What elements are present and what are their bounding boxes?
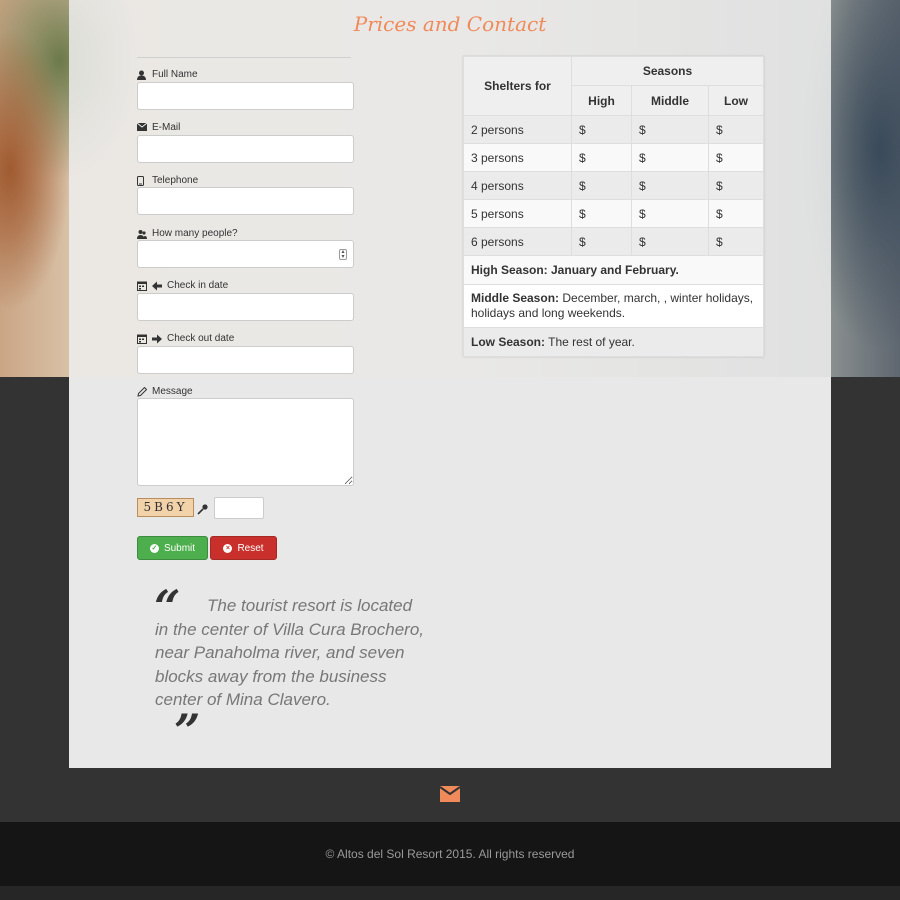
- calendar-icon: [137, 334, 147, 344]
- price-low: $: [708, 199, 764, 228]
- header-seasons: Seasons: [571, 56, 764, 86]
- pencil-icon: [137, 386, 148, 397]
- captcha-input[interactable]: [214, 497, 264, 519]
- footer-strip: [0, 886, 900, 900]
- checkin-label: Check in date: [137, 280, 228, 291]
- price-low: $: [708, 115, 764, 144]
- message-label-text: Message: [152, 386, 193, 397]
- checkin-label-text: Check in date: [167, 280, 229, 291]
- check-icon: ✓: [149, 543, 159, 553]
- user-icon: [137, 70, 147, 80]
- quote-close-mark: ”: [174, 704, 201, 758]
- header-shelters: Shelters for: [463, 56, 572, 116]
- middle-season-title: Middle Season:: [471, 291, 560, 305]
- copyright-text: © Altos del Sol Resort 2015. All rights …: [325, 847, 575, 861]
- refresh-captcha-icon[interactable]: [197, 502, 209, 520]
- price-low: $: [708, 227, 764, 256]
- telephone-input[interactable]: [137, 187, 354, 215]
- reset-button[interactable]: × Reset: [210, 536, 277, 560]
- message-label: Message: [137, 386, 193, 397]
- table-row: 5 persons $ $ $: [463, 199, 764, 228]
- prices-table: Shelters for Seasons High Middle Low 2 p…: [463, 56, 764, 357]
- mail-icon[interactable]: [439, 786, 461, 802]
- checkin-input[interactable]: [137, 293, 354, 321]
- low-season-cell: Low Season: The rest of year.: [463, 327, 764, 357]
- reset-button-label: Reset: [237, 542, 264, 554]
- price-middle: $: [631, 171, 709, 200]
- message-textarea[interactable]: [137, 398, 354, 486]
- header-low: Low: [708, 85, 764, 116]
- people-label-text: How many people?: [152, 228, 238, 239]
- full-name-label-text: Full Name: [152, 69, 198, 80]
- high-season-text: High Season: January and February.: [463, 255, 764, 285]
- table-row: 2 persons $ $ $: [463, 115, 764, 144]
- arrow-left-icon: [152, 281, 162, 291]
- email-label: E-Mail: [136, 122, 181, 133]
- number-spinner[interactable]: ▴ ▾: [339, 249, 347, 260]
- arrow-right-icon: [152, 334, 162, 344]
- row-label: 6 persons: [463, 227, 572, 256]
- price-middle: $: [631, 227, 709, 256]
- submit-button-label: Submit: [163, 542, 196, 554]
- middle-season-cell: Middle Season: December, march, , winter…: [463, 284, 764, 328]
- middle-season-note: Middle Season: December, march, , winter…: [463, 284, 764, 328]
- price-middle: $: [631, 199, 709, 228]
- close-icon: ×: [223, 543, 233, 553]
- footer: © Altos del Sol Resort 2015. All rights …: [0, 822, 900, 886]
- low-season-note: Low Season: The rest of year.: [463, 327, 764, 357]
- calendar-icon: [137, 281, 147, 291]
- price-high: $: [571, 171, 632, 200]
- phone-icon: [137, 175, 147, 186]
- low-season-text: The rest of year.: [545, 334, 635, 349]
- row-label: 2 persons: [463, 115, 572, 144]
- header-middle: Middle: [631, 85, 709, 116]
- telephone-label: Telephone: [137, 175, 198, 186]
- price-low: $: [708, 171, 764, 200]
- price-high: $: [571, 199, 632, 228]
- people-label: How many people?: [137, 228, 238, 239]
- low-season-title: Low Season:: [471, 334, 546, 349]
- row-label: 4 persons: [463, 171, 572, 200]
- price-middle: $: [631, 115, 709, 144]
- checkout-label-text: Check out date: [167, 333, 235, 344]
- row-label: 3 persons: [463, 143, 572, 172]
- people-input[interactable]: ▴ ▾: [137, 240, 354, 268]
- captcha-image: 5B6Y: [137, 498, 194, 517]
- telephone-label-text: Telephone: [152, 175, 199, 186]
- price-low: $: [708, 143, 764, 172]
- checkout-input[interactable]: [137, 346, 354, 374]
- email-input[interactable]: [137, 135, 354, 163]
- row-label: 5 persons: [463, 199, 572, 228]
- group-icon: [137, 229, 147, 239]
- table-row: 3 persons $ $ $: [463, 143, 764, 172]
- divider: [137, 57, 351, 58]
- table-row: 4 persons $ $ $: [463, 171, 764, 200]
- email-label-text: E-Mail: [152, 122, 181, 133]
- page-title: Prices and Contact: [353, 12, 547, 36]
- full-name-label: Full Name: [137, 69, 198, 80]
- high-season-note: High Season: January and February.: [463, 255, 764, 285]
- price-middle: $: [631, 143, 709, 172]
- checkout-label: Check out date: [137, 333, 234, 344]
- header-high: High: [571, 85, 632, 116]
- price-high: $: [571, 227, 632, 256]
- envelope-icon: [136, 122, 148, 133]
- price-high: $: [571, 143, 632, 172]
- quote-text: The tourist resort is located in the cen…: [155, 596, 424, 709]
- price-high: $: [571, 115, 632, 144]
- full-name-input[interactable]: [137, 82, 354, 110]
- table-row: 6 persons $ $ $: [463, 227, 764, 256]
- submit-button[interactable]: ✓ Submit: [137, 536, 208, 560]
